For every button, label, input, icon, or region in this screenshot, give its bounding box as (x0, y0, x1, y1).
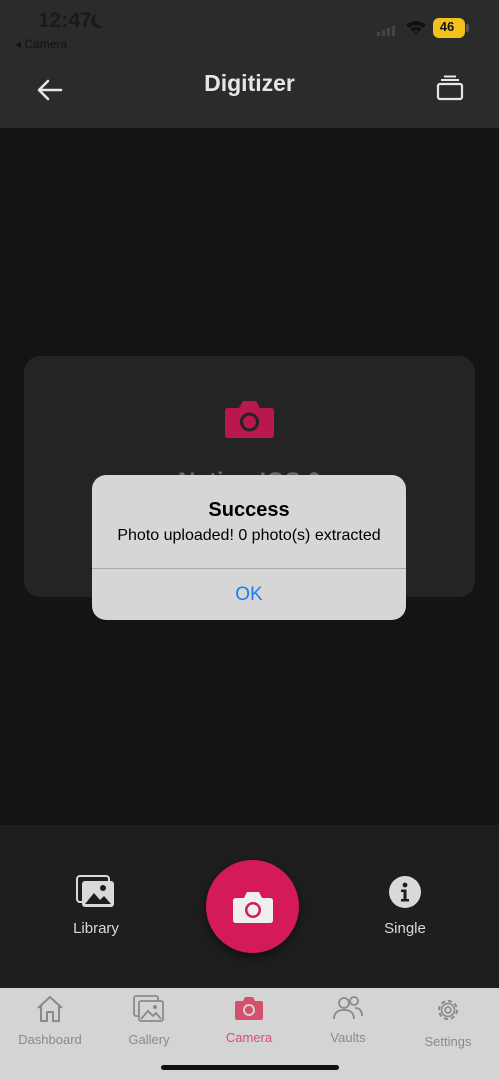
single-label: Single (384, 920, 426, 937)
tab-gallery[interactable]: Gallery (99, 995, 199, 1047)
battery-icon: 46 (433, 18, 469, 38)
info-icon (389, 876, 421, 908)
success-alert: Success Photo uploaded! 0 photo(s) extra… (92, 475, 406, 620)
tab-settings[interactable]: Settings (398, 995, 498, 1049)
camera-icon (232, 891, 273, 923)
status-time: 12:47 (38, 9, 92, 32)
alert-message: Photo uploaded! 0 photo(s) extracted (117, 527, 381, 544)
library-button[interactable]: Library (46, 875, 146, 937)
home-indicator[interactable] (161, 1065, 339, 1070)
tab-label: Dashboard (18, 1032, 82, 1047)
cellular-signal-icon (377, 26, 395, 36)
app-header: Digitizer (0, 60, 499, 128)
tab-dashboard[interactable]: Dashboard (0, 995, 100, 1047)
tab-label: Camera (225, 1030, 273, 1045)
users-icon (333, 996, 363, 1020)
page-title: Digitizer (204, 70, 295, 96)
gear-icon (438, 1000, 458, 1020)
status-bar: 12:47 ◂ Camera 46 (0, 0, 499, 60)
alert-ok-button[interactable]: OK (92, 569, 406, 620)
camera-controls: Library Single (0, 825, 499, 988)
stack-icon (436, 75, 464, 101)
battery-level: 46 (439, 19, 455, 34)
gallery-icon (133, 995, 164, 1022)
home-icon (37, 996, 63, 1022)
tab-camera[interactable]: Camera (199, 995, 299, 1045)
tab-vaults[interactable]: Vaults (298, 995, 398, 1045)
shutter-button[interactable] (206, 860, 299, 953)
camera-icon (235, 997, 263, 1020)
batch-mode-button[interactable] (430, 68, 470, 108)
camera-icon (225, 401, 274, 438)
back-to-app-link[interactable]: ◂ Camera (15, 37, 67, 51)
single-mode-button[interactable]: Single (355, 875, 455, 937)
wifi-icon (406, 21, 426, 35)
tab-label: Settings (424, 1034, 472, 1049)
library-label: Library (73, 920, 119, 937)
bottom-tab-bar: Dashboard Gallery Camera Vaults Settings (0, 988, 499, 1080)
tab-label: Gallery (128, 1032, 170, 1047)
tab-label: Vaults (330, 1030, 366, 1045)
alert-title: Success (208, 499, 290, 521)
moon-icon (95, 12, 109, 26)
photo-library-icon (76, 875, 114, 907)
